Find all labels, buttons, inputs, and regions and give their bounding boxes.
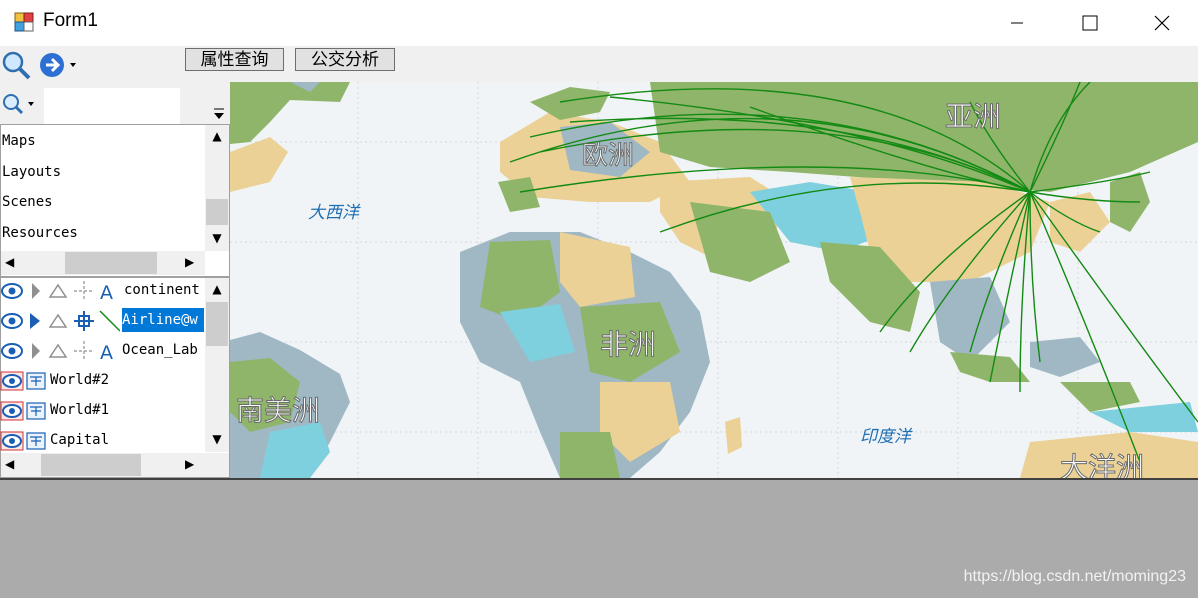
maximize-button[interactable] — [1067, 0, 1113, 46]
app-icon — [14, 12, 34, 32]
svg-text:A: A — [100, 342, 113, 363]
layer-label: continent — [124, 282, 200, 298]
navigate-forward-button[interactable] — [38, 51, 82, 79]
panel-options-icon[interactable] — [212, 106, 226, 122]
layer-label: Airline@w — [122, 308, 204, 332]
world-map[interactable]: 亚洲 欧洲 非洲 南美洲 大洋洲 大西洋 印度洋 — [230, 82, 1198, 478]
close-icon — [1154, 15, 1170, 31]
bus-analysis-button[interactable]: 公交分析 — [295, 48, 395, 71]
scroll-down-icon[interactable]: ▼ — [205, 231, 229, 245]
map-label-asia: 亚洲 — [945, 100, 1001, 133]
layer-row[interactable]: World#1 — [0, 396, 205, 426]
map-label-south-america: 南美洲 — [236, 394, 320, 427]
scroll-left-icon[interactable]: ◀ — [5, 255, 14, 269]
search-icon — [3, 94, 34, 115]
layer-label: Capital — [50, 432, 110, 448]
scroll-thumb[interactable] — [206, 302, 228, 346]
map-label-indian-ocean: 印度洋 — [860, 427, 913, 447]
scroll-right-icon[interactable]: ▶ — [185, 255, 194, 269]
layer-toolbar-icons: A — [1, 341, 113, 363]
attribute-query-button[interactable]: 属性查询 — [185, 48, 284, 71]
map-label-europe: 欧洲 — [582, 141, 634, 171]
tree-item-maps[interactable]: Maps — [2, 129, 36, 153]
workspace-tree-hscrollbar[interactable]: ◀ ▶ — [1, 251, 205, 275]
layer-row[interactable]: A continent — [0, 276, 205, 306]
layer-toolbar-icons — [0, 431, 46, 451]
layer-list-hscrollbar[interactable]: ◀ ▶ — [1, 453, 229, 477]
minimize-button[interactable] — [994, 0, 1040, 46]
map-label-africa: 非洲 — [600, 328, 656, 361]
tree-item-layouts[interactable]: Layouts — [2, 160, 61, 184]
map-view[interactable]: 亚洲 欧洲 非洲 南美洲 大洋洲 大西洋 印度洋 — [230, 82, 1198, 478]
layer-row-selected[interactable]: Airline@w — [0, 306, 205, 336]
scroll-up-icon[interactable]: ▲ — [205, 129, 229, 143]
layer-toolbar-icons: A — [1, 281, 113, 303]
layer-list-vscrollbar[interactable]: ▲ ▼ — [205, 278, 229, 452]
layer-label: World#1 — [50, 402, 110, 418]
search-input[interactable] — [44, 88, 180, 124]
arrow-right-circle-icon — [40, 53, 76, 77]
watermark: https://blog.csdn.net/moming23 — [963, 568, 1186, 585]
layer-toolbar-icons — [0, 371, 46, 391]
layer-label: Ocean_Lab — [122, 342, 198, 358]
layer-row[interactable]: World#2 — [0, 366, 205, 396]
layer-toolbar-icons — [1, 310, 120, 332]
map-label-atlantic: 大西洋 — [308, 203, 361, 223]
scroll-right-icon[interactable]: ▶ — [185, 457, 194, 471]
svg-text:A: A — [100, 282, 113, 303]
workspace-tree-vscrollbar[interactable]: ▲ ▼ — [205, 125, 229, 251]
top-toolbar — [0, 46, 1198, 82]
scroll-down-icon[interactable]: ▼ — [205, 432, 229, 446]
layer-row[interactable]: A Ocean_Lab — [0, 336, 205, 366]
scroll-up-icon[interactable]: ▲ — [205, 282, 229, 296]
scroll-thumb[interactable] — [206, 199, 228, 225]
tree-item-scenes[interactable]: Scenes — [2, 190, 53, 214]
scroll-thumb[interactable] — [65, 252, 157, 274]
scroll-left-icon[interactable]: ◀ — [5, 457, 14, 471]
scroll-thumb[interactable] — [41, 454, 141, 476]
tree-item-resources[interactable]: Resources — [2, 221, 78, 245]
layer-label: World#2 — [50, 372, 110, 388]
zoom-magnifier-icon[interactable] — [1, 50, 31, 80]
minimize-icon — [1011, 22, 1023, 24]
search-dropdown-button[interactable] — [1, 91, 41, 119]
layer-toolbar-icons — [0, 401, 46, 421]
window-title: Form1 — [43, 10, 98, 31]
maximize-icon — [1082, 15, 1098, 31]
map-label-oceania: 大洋洲 — [1060, 451, 1144, 478]
close-button[interactable] — [1139, 0, 1185, 46]
layer-row[interactable]: Capital — [0, 426, 205, 456]
